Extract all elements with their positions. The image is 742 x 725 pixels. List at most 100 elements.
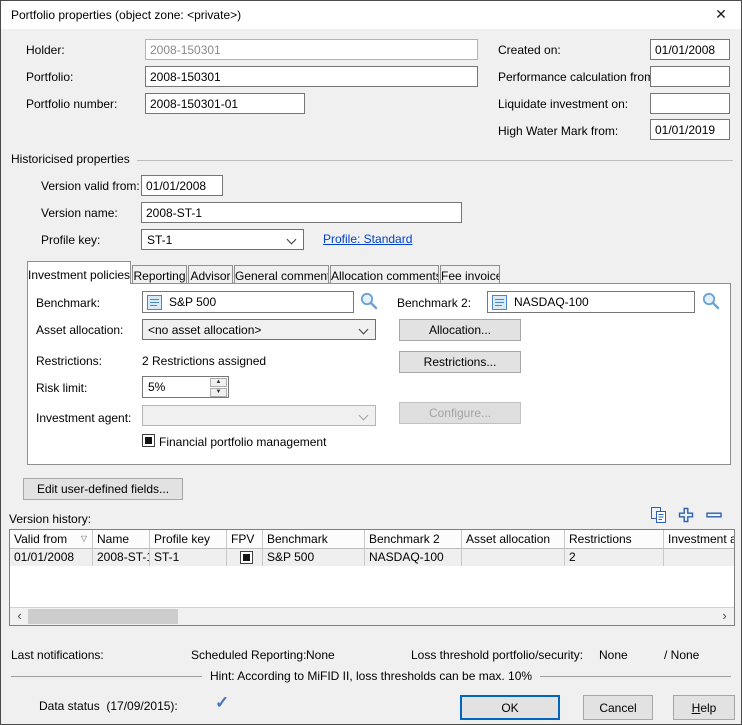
sort-descending-icon: ▽ [81, 534, 87, 543]
search-icon[interactable] [359, 291, 378, 310]
version-valid-from-label: Version valid from: [41, 179, 140, 193]
historicised-group-header: Historicised properties [11, 152, 733, 166]
investment-agent-select [142, 405, 376, 426]
performance-calc-label: Performance calculation from: [498, 70, 657, 84]
portfolio-input[interactable] [145, 66, 478, 87]
tab-fee-invoice[interactable]: Fee invoice [440, 265, 500, 284]
version-name-label: Version name: [41, 206, 118, 220]
profile-key-value: ST-1 [147, 233, 172, 247]
profile-key-label: Profile key: [41, 233, 100, 247]
cell-name: 2008-ST-1 [93, 549, 150, 566]
close-icon[interactable]: ✕ [710, 6, 732, 24]
scheduled-reporting-label: Scheduled Reporting: [191, 648, 306, 662]
ok-button[interactable]: OK [460, 695, 560, 720]
created-on-input[interactable] [650, 39, 730, 60]
loss-threshold-value: None [599, 648, 628, 662]
benchmark-label: Benchmark: [36, 296, 100, 310]
table-header-row: Valid from ▽ Name Profile key FPV Benchm… [10, 530, 734, 549]
profile-standard-link[interactable]: Profile: Standard [323, 232, 412, 246]
edit-user-defined-fields-button[interactable]: Edit user-defined fields... [23, 478, 183, 500]
column-header-valid-from[interactable]: Valid from ▽ [10, 530, 93, 548]
group-separator-line [137, 160, 733, 161]
separator-line [11, 676, 202, 677]
cell-fpv [227, 549, 263, 566]
chevron-down-icon [359, 325, 369, 335]
spinner-buttons: ▲ ▼ [210, 378, 227, 396]
version-name-input[interactable] [141, 202, 462, 223]
benchmark-value: S&P 500 [169, 295, 216, 309]
window-title: Portfolio properties (object zone: <priv… [11, 8, 241, 22]
created-on-label: Created on: [498, 43, 561, 57]
data-status-check-icon: ✓ [215, 693, 229, 713]
tab-allocation-comments[interactable]: Allocation comments [330, 265, 439, 284]
investment-agent-label: Investment agent: [36, 411, 131, 425]
spin-down-icon[interactable]: ▼ [210, 388, 227, 397]
financial-portfolio-management-checkbox[interactable] [142, 434, 155, 447]
restrictions-button[interactable]: Restrictions... [399, 351, 521, 373]
allocation-button[interactable]: Allocation... [399, 319, 521, 341]
column-header-profile-key[interactable]: Profile key [150, 530, 227, 548]
chevron-down-icon [359, 411, 369, 421]
scheduled-reporting-value: None [306, 648, 335, 662]
performance-calc-input[interactable] [650, 66, 730, 87]
investment-policies-panel: Benchmark: S&P 500 Benchmark 2: NASDAQ-1… [27, 283, 731, 465]
cancel-button[interactable]: Cancel [583, 695, 653, 720]
spin-up-icon[interactable]: ▲ [210, 378, 227, 387]
column-header-fpv[interactable]: FPV [227, 530, 263, 548]
holder-label: Holder: [26, 43, 65, 57]
tab-reporting[interactable]: Reporting [132, 265, 187, 284]
security-list-icon [147, 295, 162, 310]
column-header-name[interactable]: Name [93, 530, 150, 548]
column-header-benchmark2[interactable]: Benchmark 2 [365, 530, 462, 548]
remove-version-icon[interactable] [705, 506, 723, 524]
profile-key-select[interactable]: ST-1 [141, 229, 304, 250]
column-header-benchmark[interactable]: Benchmark [263, 530, 365, 548]
tab-investment-policies[interactable]: Investment policies [27, 261, 131, 284]
portfolio-number-input[interactable] [145, 93, 305, 114]
restrictions-label: Restrictions: [36, 354, 102, 368]
scrollbar-thumb[interactable] [28, 609, 178, 624]
asset-allocation-select[interactable]: <no asset allocation> [142, 319, 376, 340]
portfolio-number-label: Portfolio number: [26, 97, 117, 111]
hint-separator: Hint: According to MiFID II, loss thresh… [11, 669, 731, 683]
liquidate-input[interactable] [650, 93, 730, 114]
cell-restrictions: 2 [565, 549, 664, 566]
loss-threshold-value2: / None [664, 648, 699, 662]
portfolio-properties-dialog: Portfolio properties (object zone: <priv… [0, 0, 742, 725]
loss-threshold-label: Loss threshold portfolio/security: [411, 648, 583, 662]
cell-profile-key: ST-1 [150, 549, 227, 566]
cell-benchmark2: NASDAQ-100 [365, 549, 462, 566]
help-button[interactable]: Help [673, 695, 735, 720]
risk-limit-label: Risk limit: [36, 381, 87, 395]
holder-input [145, 39, 478, 60]
cell-asset-allocation [462, 549, 565, 566]
horizontal-scrollbar[interactable]: ‹ › [10, 607, 734, 625]
benchmark-field[interactable]: S&P 500 [142, 291, 354, 313]
portfolio-label: Portfolio: [26, 70, 73, 84]
tab-advisor[interactable]: Advisor [188, 265, 233, 284]
add-version-icon[interactable] [677, 506, 695, 524]
table-row[interactable]: 01/01/2008 2008-ST-1 ST-1 S&P 500 NASDAQ… [10, 549, 734, 566]
security-list-icon [492, 295, 507, 310]
version-valid-from-input[interactable] [141, 175, 223, 196]
column-header-asset-allocation[interactable]: Asset allocation [462, 530, 565, 548]
hint-text: Hint: According to MiFID II, loss thresh… [210, 669, 532, 683]
high-water-mark-input[interactable] [650, 119, 730, 140]
benchmark2-label: Benchmark 2: [397, 296, 471, 310]
configure-button: Configure... [399, 402, 521, 424]
risk-limit-spinner[interactable]: 5% ▲ ▼ [142, 376, 229, 398]
column-header-restrictions[interactable]: Restrictions [565, 530, 664, 548]
copy-version-icon[interactable] [650, 506, 668, 524]
benchmark2-field[interactable]: NASDAQ-100 [487, 291, 695, 313]
column-header-investment-agent[interactable]: Investment a [664, 530, 734, 548]
tab-general-comment[interactable]: General comment [234, 265, 329, 284]
high-water-mark-label: High Water Mark from: [498, 124, 618, 138]
scroll-right-icon[interactable]: › [716, 608, 733, 624]
search-icon[interactable] [701, 291, 720, 310]
risk-limit-value: 5% [148, 380, 165, 394]
scroll-left-icon[interactable]: ‹ [11, 608, 28, 624]
cell-benchmark: S&P 500 [263, 549, 365, 566]
asset-allocation-label: Asset allocation: [36, 323, 123, 337]
chevron-down-icon [287, 235, 297, 245]
benchmark2-value: NASDAQ-100 [514, 295, 589, 309]
